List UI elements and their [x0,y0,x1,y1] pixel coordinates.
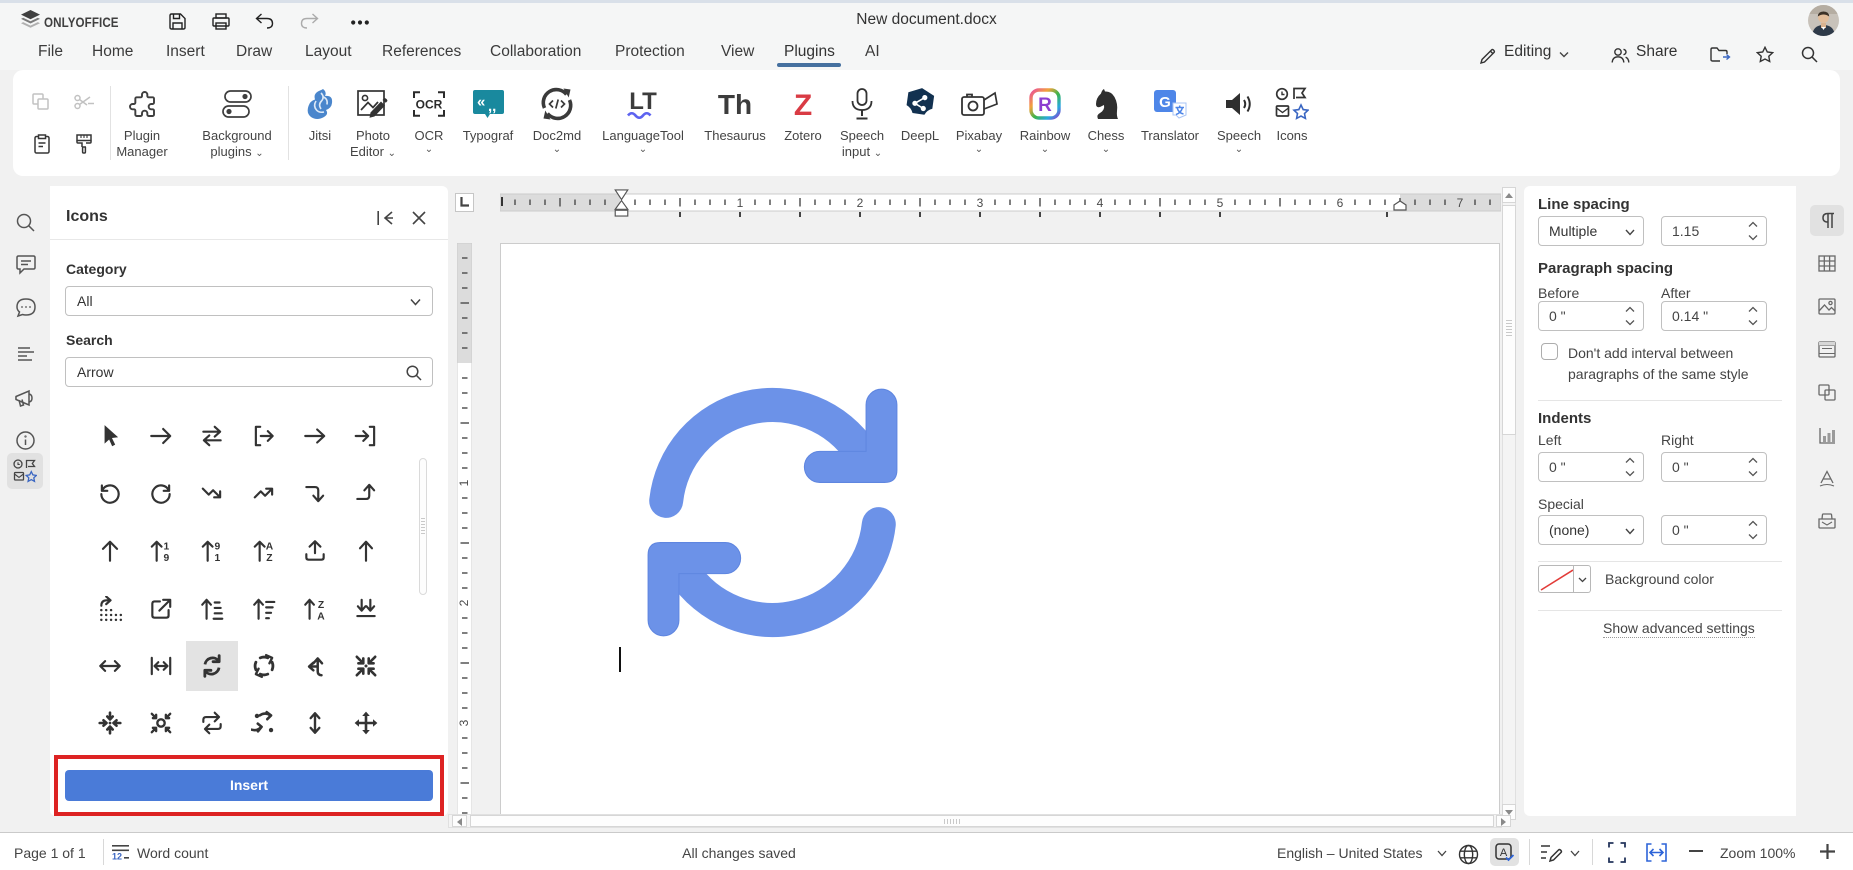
svg-text:4: 4 [1097,196,1104,210]
svg-text:7: 7 [1457,196,1464,210]
svg-text:12: 12 [112,852,122,861]
svg-text:Z: Z [266,553,272,564]
svg-text:9: 9 [215,541,221,552]
svg-text:G: G [1159,94,1171,111]
svg-text:LT: LT [629,89,657,115]
svg-text:3: 3 [457,719,471,726]
svg-text:5: 5 [1217,196,1224,210]
svg-text:3: 3 [977,196,984,210]
svg-text:2: 2 [857,196,864,210]
svg-text:A: A [266,541,274,552]
svg-text:,,: ,, [488,98,496,115]
svg-text:A: A [317,611,325,622]
svg-text:2: 2 [457,599,471,606]
svg-text:1: 1 [737,196,744,210]
svg-text:«: « [477,93,485,110]
svg-text:Z: Z [318,600,324,611]
svg-text:9: 9 [164,553,170,564]
svg-text:1: 1 [164,541,170,552]
svg-text:1: 1 [215,553,221,564]
svg-text:6: 6 [1337,196,1344,210]
svg-text:1: 1 [457,479,471,486]
